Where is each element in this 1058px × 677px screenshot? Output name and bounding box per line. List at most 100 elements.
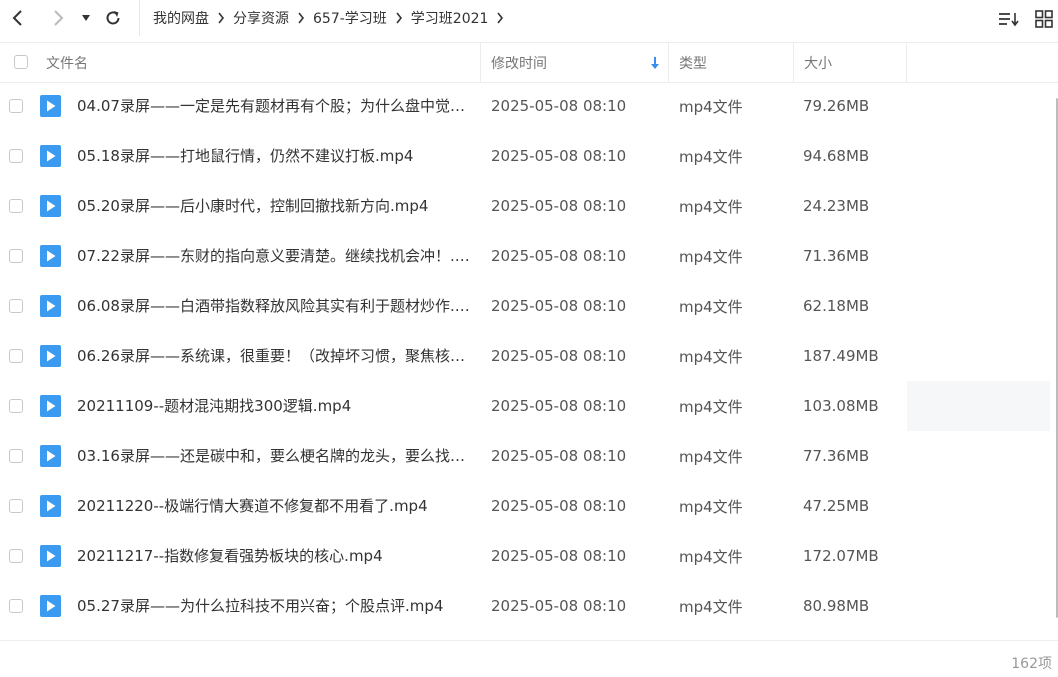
video-file-icon — [40, 495, 61, 517]
refresh-button[interactable] — [101, 6, 125, 30]
file-type: mp4文件 — [679, 247, 743, 266]
grid-view-icon — [1035, 10, 1053, 28]
file-type: mp4文件 — [679, 347, 743, 366]
row-checkbox[interactable] — [9, 449, 23, 463]
file-name[interactable]: 04.07录屏——一定是先有题材再有个股；为什么盘中觉得最强的其实不强.mp4 — [77, 81, 472, 131]
sort-list-icon — [999, 13, 1019, 27]
table-row[interactable]: 06.26录屏——系统课，很重要！（改掉坏习惯，聚焦核心）.mp4 2025-05… — [0, 331, 1050, 381]
video-file-icon — [40, 245, 61, 267]
grid-view-button[interactable] — [1033, 8, 1055, 30]
file-modified-time: 2025-05-08 08:10 — [491, 597, 627, 615]
file-type: mp4文件 — [679, 297, 743, 316]
table-row[interactable]: 20211109--题材混沌期找300逻辑.mp4 2025-05-08 08:1… — [0, 381, 1050, 431]
file-name[interactable]: 03.16录屏——还是碳中和，要么梗名牌的龙头，要么找新方向.mp4 — [77, 431, 472, 481]
item-count: 162项 — [1011, 656, 1052, 672]
row-checkbox[interactable] — [9, 549, 23, 563]
file-name[interactable]: 06.26录屏——系统课，很重要！（改掉坏习惯，聚焦核心）.mp4 — [77, 331, 472, 381]
chevron-right-icon — [54, 10, 64, 26]
file-type: mp4文件 — [679, 97, 743, 116]
chevron-right-icon[interactable] — [488, 11, 512, 25]
file-name[interactable]: 07.22录屏——东财的指向意义要清楚。继续找机会冲！.mp4 — [77, 231, 472, 281]
file-name[interactable]: 20211220--极端行情大赛道不修复都不用看了.mp4 — [77, 481, 472, 531]
breadcrumb-item[interactable]: 学习班2021 — [411, 8, 489, 28]
row-checkbox[interactable] — [9, 149, 23, 163]
file-size: 187.49MB — [803, 347, 879, 365]
file-type: mp4文件 — [679, 397, 743, 416]
file-modified-time: 2025-05-08 08:10 — [491, 347, 627, 365]
forward-button[interactable] — [46, 6, 70, 30]
row-checkbox[interactable] — [9, 599, 23, 613]
column-header-size[interactable]: 大小 — [804, 43, 832, 82]
chevron-right-icon — [209, 11, 233, 25]
video-file-icon — [40, 95, 61, 117]
file-type: mp4文件 — [679, 597, 743, 616]
row-checkbox[interactable] — [9, 249, 23, 263]
file-size: 77.36MB — [803, 447, 870, 465]
file-size: 24.23MB — [803, 197, 870, 215]
column-divider[interactable] — [793, 43, 794, 82]
file-name[interactable]: 05.27录屏——为什么拉科技不用兴奋；个股点评.mp4 — [77, 581, 472, 631]
file-size: 94.68MB — [803, 147, 870, 165]
table-row[interactable]: 07.22录屏——东财的指向意义要清楚。继续找机会冲！.mp4 2025-05-0… — [0, 231, 1050, 281]
row-checkbox[interactable] — [9, 199, 23, 213]
row-checkbox[interactable] — [9, 399, 23, 413]
file-modified-time: 2025-05-08 08:10 — [491, 197, 627, 215]
file-size: 71.36MB — [803, 247, 870, 265]
table-row[interactable]: 05.18录屏——打地鼠行情，仍然不建议打板.mp4 2025-05-08 08:… — [0, 131, 1050, 181]
file-name[interactable]: 20211109--题材混沌期找300逻辑.mp4 — [77, 381, 472, 431]
row-checkbox[interactable] — [9, 349, 23, 363]
breadcrumb-item[interactable]: 分享资源 — [233, 8, 289, 28]
file-size: 172.07MB — [803, 547, 879, 565]
sort-desc-icon[interactable] — [650, 43, 660, 82]
video-file-icon — [40, 595, 61, 617]
file-name[interactable]: 06.08录屏——白酒带指数释放风险其实有利于题材炒作.mp4 — [77, 281, 472, 331]
file-type: mp4文件 — [679, 147, 743, 166]
toolbar: 我的网盘 分享资源 657-学习班 学习班2021 — [0, 0, 1058, 36]
column-divider[interactable] — [668, 43, 669, 82]
video-file-icon — [40, 445, 61, 467]
file-name[interactable]: 20211217--指数修复看强势板块的核心.mp4 — [77, 531, 472, 581]
video-file-icon — [40, 195, 61, 217]
column-divider[interactable] — [480, 43, 481, 82]
file-size: 79.26MB — [803, 97, 870, 115]
column-header-modified[interactable]: 修改时间 — [491, 43, 547, 82]
file-size: 47.25MB — [803, 497, 870, 515]
column-header-name[interactable]: 文件名 — [46, 43, 88, 82]
table-row[interactable]: 20211220--极端行情大赛道不修复都不用看了.mp4 2025-05-08 … — [0, 481, 1050, 531]
file-type: mp4文件 — [679, 197, 743, 216]
row-checkbox[interactable] — [9, 499, 23, 513]
table-row[interactable]: 03.16录屏——还是碳中和，要么梗名牌的龙头，要么找新方向.mp4 2025-0… — [0, 431, 1050, 481]
file-name[interactable]: 05.18录屏——打地鼠行情，仍然不建议打板.mp4 — [77, 131, 472, 181]
vertical-scrollbar[interactable] — [1050, 88, 1058, 633]
video-file-icon — [40, 145, 61, 167]
file-name[interactable]: 05.20录屏——后小康时代，控制回撤找新方向.mp4 — [77, 181, 472, 231]
file-modified-time: 2025-05-08 08:10 — [491, 447, 627, 465]
video-file-icon — [40, 395, 61, 417]
chevron-right-icon — [387, 11, 411, 25]
file-modified-time: 2025-05-08 08:10 — [491, 397, 627, 415]
breadcrumb-item[interactable]: 657-学习班 — [313, 8, 387, 28]
refresh-icon — [106, 11, 120, 25]
file-modified-time: 2025-05-08 08:10 — [491, 97, 627, 115]
column-header-type[interactable]: 类型 — [679, 43, 707, 82]
chevron-right-icon — [289, 11, 313, 25]
row-checkbox[interactable] — [9, 99, 23, 113]
table-row[interactable]: 05.20录屏——后小康时代，控制回撤找新方向.mp4 2025-05-08 08… — [0, 181, 1050, 231]
breadcrumb-item[interactable]: 我的网盘 — [153, 8, 209, 28]
select-all-checkbox[interactable] — [14, 55, 28, 69]
back-button[interactable] — [6, 6, 30, 30]
table-row[interactable]: 04.07录屏——一定是先有题材再有个股；为什么盘中觉得最强的其实不强.mp4 2… — [0, 81, 1050, 131]
table-row[interactable]: 06.08录屏——白酒带指数释放风险其实有利于题材炒作.mp4 2025-05-0… — [0, 281, 1050, 331]
file-type: mp4文件 — [679, 497, 743, 516]
file-modified-time: 2025-05-08 08:10 — [491, 547, 627, 565]
history-dropdown-button[interactable] — [76, 6, 96, 30]
file-type: mp4文件 — [679, 447, 743, 466]
file-modified-time: 2025-05-08 08:10 — [491, 247, 627, 265]
sort-options-button[interactable] — [998, 8, 1020, 30]
row-checkbox[interactable] — [9, 299, 23, 313]
table-row[interactable]: 05.27录屏——为什么拉科技不用兴奋；个股点评.mp4 2025-05-08 0… — [0, 581, 1050, 631]
video-file-icon — [40, 345, 61, 367]
file-modified-time: 2025-05-08 08:10 — [491, 297, 627, 315]
column-divider[interactable] — [906, 43, 907, 82]
table-row[interactable]: 20211217--指数修复看强势板块的核心.mp4 2025-05-08 08:… — [0, 531, 1050, 581]
